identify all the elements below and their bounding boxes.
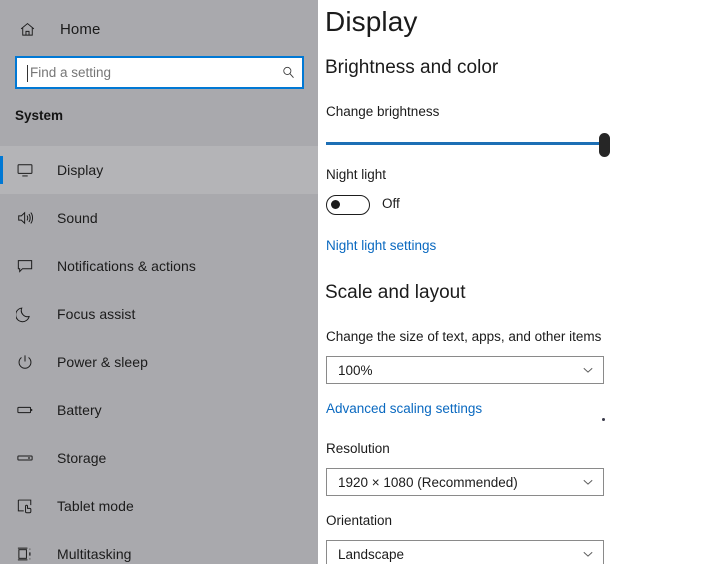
battery-icon	[14, 399, 36, 421]
home-icon	[17, 19, 37, 39]
chat-bubble-icon	[14, 255, 36, 277]
scale-and-layout-heading: Scale and layout	[325, 282, 466, 303]
sidebar-item-battery[interactable]: Battery	[0, 386, 318, 434]
night-light-toggle-knob	[331, 200, 340, 209]
night-light-label: Night light	[326, 167, 387, 182]
search-input[interactable]	[17, 58, 274, 87]
speaker-icon	[14, 207, 36, 229]
sidebar-item-label: Battery	[57, 402, 102, 418]
change-brightness-label: Change brightness	[326, 104, 440, 119]
brightness-slider-thumb[interactable]	[599, 133, 610, 157]
sidebar-item-notifications[interactable]: Notifications & actions	[0, 242, 318, 290]
search-box[interactable]	[15, 56, 304, 89]
sidebar-item-storage[interactable]: Storage	[0, 434, 318, 482]
settings-window: Home System Display	[0, 0, 723, 564]
sidebar-item-focus-assist[interactable]: Focus assist	[0, 290, 318, 338]
sidebar-item-label: Tablet mode	[57, 498, 134, 514]
brightness-and-color-heading: Brightness and color	[325, 57, 499, 78]
chevron-down-icon	[573, 357, 603, 383]
orientation-dropdown-value: Landscape	[338, 546, 405, 562]
sidebar-nav: Display Sound Notifications & actions Fo…	[0, 146, 318, 564]
home-label: Home	[60, 20, 101, 38]
scale-label: Change the size of text, apps, and other…	[326, 329, 602, 344]
sidebar-item-label: Sound	[57, 210, 98, 226]
content-pane: Display Brightness and color Change brig…	[318, 0, 723, 564]
sidebar-item-display[interactable]: Display	[0, 146, 318, 194]
night-light-state-label: Off	[382, 196, 400, 211]
power-icon	[14, 351, 36, 373]
sidebar-section-title: System	[15, 108, 64, 123]
sidebar-item-label: Storage	[57, 450, 107, 466]
resolution-dropdown-value: 1920 × 1080 (Recommended)	[338, 474, 518, 490]
scale-dropdown-value: 100%	[338, 362, 373, 378]
orientation-dropdown[interactable]: Landscape	[326, 540, 604, 564]
chevron-down-icon	[573, 469, 603, 495]
sidebar-item-sound[interactable]: Sound	[0, 194, 318, 242]
night-light-toggle[interactable]	[326, 195, 370, 215]
chevron-down-icon	[573, 541, 603, 564]
night-light-settings-link[interactable]: Night light settings	[326, 238, 436, 253]
sidebar-item-tablet-mode[interactable]: Tablet mode	[0, 482, 318, 530]
search-caret	[27, 65, 28, 82]
sidebar-item-power-sleep[interactable]: Power & sleep	[0, 338, 318, 386]
search-icon[interactable]	[274, 58, 302, 87]
multitasking-icon	[14, 543, 36, 564]
sidebar-item-label: Notifications & actions	[57, 258, 196, 274]
tablet-hand-icon	[14, 495, 36, 517]
sidebar: Home System Display	[0, 0, 318, 564]
sidebar-item-label: Power & sleep	[57, 354, 148, 370]
sidebar-item-label: Multitasking	[57, 546, 132, 562]
scale-dropdown[interactable]: 100%	[326, 356, 604, 384]
monitor-icon	[14, 159, 36, 181]
page-title: Display	[325, 6, 418, 37]
brightness-slider-track	[326, 142, 602, 145]
orientation-label: Orientation	[326, 513, 393, 528]
sidebar-item-label: Focus assist	[57, 306, 136, 322]
drive-icon	[14, 447, 36, 469]
resolution-label: Resolution	[326, 441, 390, 456]
moon-icon	[14, 303, 36, 325]
cursor-speck	[602, 418, 605, 421]
brightness-slider[interactable]	[326, 133, 610, 157]
advanced-scaling-settings-link[interactable]: Advanced scaling settings	[326, 401, 482, 416]
sidebar-item-label: Display	[57, 162, 104, 178]
sidebar-item-home[interactable]: Home	[0, 10, 318, 48]
sidebar-item-multitasking[interactable]: Multitasking	[0, 530, 318, 564]
resolution-dropdown[interactable]: 1920 × 1080 (Recommended)	[326, 468, 604, 496]
